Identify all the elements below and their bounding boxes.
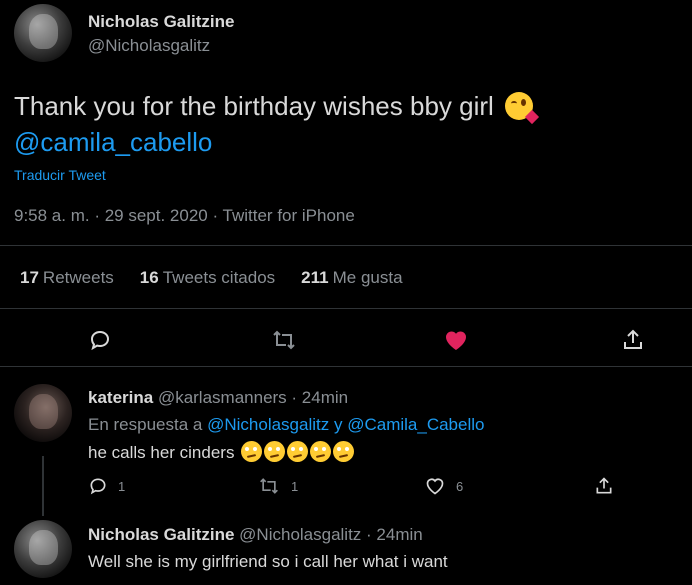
tweet-timestamp[interactable]: 9:58 a. m. · 29 sept. 2020 · Twitter for…: [14, 206, 355, 226]
author-name[interactable]: Nicholas Galitzine: [88, 12, 234, 32]
share-icon: [624, 329, 642, 349]
reply-author-name[interactable]: katerina: [88, 388, 153, 407]
tweet-text: Thank you for the birthday wishes bby gi…: [14, 88, 654, 160]
retweets-stat[interactable]: 17 Retweets: [20, 268, 114, 288]
like-icon: [445, 331, 467, 350]
reply-share-button[interactable]: [594, 476, 614, 496]
quotes-stat[interactable]: 16 Tweets citados: [140, 268, 275, 288]
divider: [0, 308, 692, 309]
in-reply-prefix: En respuesta a: [88, 415, 203, 434]
reply-reply-button[interactable]: 1: [88, 476, 125, 496]
rolling-eyes-emoji-icon: [287, 441, 309, 462]
retweets-label: Retweets: [42, 268, 114, 287]
thread-line: [42, 456, 44, 516]
retweets-count: 17: [20, 268, 39, 287]
retweet-icon: [273, 330, 295, 350]
reply-text: he calls her cinders: [88, 441, 355, 463]
reply-count: 1: [118, 478, 126, 494]
rolling-eyes-emoji-icon: [241, 441, 263, 462]
quotes-label: Tweets citados: [162, 268, 276, 287]
reply-author-name[interactable]: Nicholas Galitzine: [88, 525, 234, 544]
reply-button[interactable]: [88, 328, 112, 352]
likes-stat[interactable]: 211 Me gusta: [301, 268, 402, 288]
in-reply-to: En respuesta a @Nicholasgalitz y @Camila…: [88, 415, 484, 435]
reply-like-button[interactable]: 6: [424, 476, 463, 496]
reply-icon: [90, 478, 106, 495]
like-outline-icon: [426, 478, 444, 495]
reply-header: katerina @karlasmanners · 24min: [88, 388, 348, 408]
reply-body: he calls her cinders: [88, 443, 235, 462]
author-handle[interactable]: @Nicholasgalitz: [88, 36, 210, 56]
share-button[interactable]: [621, 328, 645, 352]
rolling-eyes-emoji-icon: [310, 441, 332, 462]
reply-time[interactable]: · 24min: [366, 525, 423, 544]
likes-label: Me gusta: [332, 268, 403, 287]
reply-header: Nicholas Galitzine @Nicholasgalitz · 24m…: [88, 525, 423, 545]
in-reply-user-link[interactable]: @Nicholasgalitz: [207, 415, 329, 434]
rolling-eyes-emoji-icon: [264, 441, 286, 462]
tweet-body: Thank you for the birthday wishes bby gi…: [14, 91, 494, 121]
reply-author-handle[interactable]: @karlasmanners: [158, 388, 287, 407]
reply-retweet-button[interactable]: 1: [257, 476, 298, 496]
like-button[interactable]: [443, 328, 469, 352]
reply-icon: [90, 330, 110, 351]
reply-text: Well she is my girlfriend so i call her …: [88, 552, 448, 571]
in-reply-and: y: [333, 415, 343, 434]
translate-tweet-link[interactable]: Traducir Tweet: [14, 167, 106, 183]
retweet-count: 1: [291, 478, 299, 494]
quotes-count: 16: [139, 268, 159, 287]
divider: [0, 366, 692, 367]
author-avatar[interactable]: [14, 4, 72, 62]
divider: [0, 245, 692, 246]
reply-avatar[interactable]: [14, 384, 72, 442]
retweet-button[interactable]: [271, 328, 297, 352]
in-reply-user-link[interactable]: @Camila_Cabello: [347, 415, 484, 434]
share-icon: [596, 477, 612, 494]
reply-avatar[interactable]: [14, 520, 72, 578]
tweet-stats: 17 Retweets 16 Tweets citados 211 Me gusta: [20, 268, 403, 288]
likes-count: 211: [301, 268, 329, 287]
kiss-emoji-icon: [505, 92, 540, 125]
mention-link[interactable]: @camila_cabello: [14, 127, 212, 157]
reply-author-handle[interactable]: @Nicholasgalitz: [239, 525, 361, 544]
retweet-icon: [260, 478, 278, 494]
like-count: 6: [456, 478, 464, 494]
reply-time[interactable]: · 24min: [291, 388, 348, 407]
rolling-eyes-emoji-icon: [333, 441, 355, 462]
